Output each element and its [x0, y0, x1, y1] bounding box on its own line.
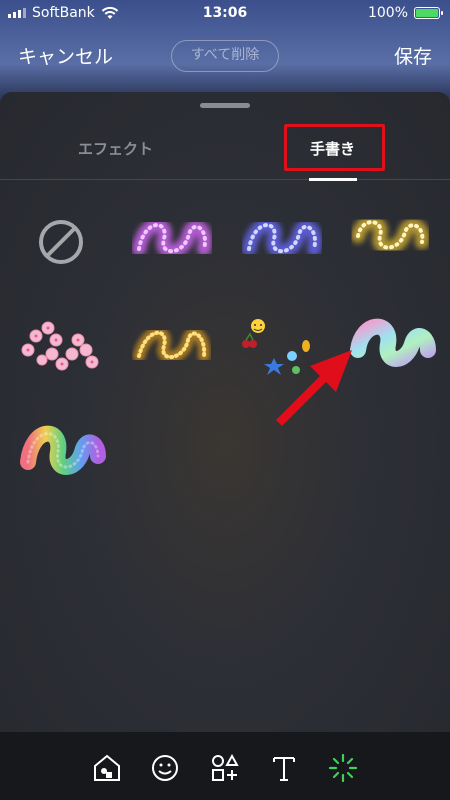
- highlight-box-annotation: [284, 124, 385, 171]
- battery-percent: 100%: [367, 5, 408, 21]
- brush-rainbow-glitter[interactable]: [14, 402, 109, 497]
- clear-all-button[interactable]: すべて削除: [171, 40, 279, 72]
- brush-gold-glitter[interactable]: [124, 298, 219, 393]
- brush-none[interactable]: [14, 194, 109, 289]
- shapes-tool[interactable]: [209, 752, 241, 784]
- gold-sparkle-stroke: [351, 215, 430, 255]
- status-bar: SoftBank 13:06 100%: [0, 0, 450, 28]
- cancel-button[interactable]: キャンセル: [18, 42, 113, 69]
- gold-glitter-stroke: [133, 326, 211, 363]
- battery-icon: [414, 7, 443, 19]
- sparkle-brush-icon: [328, 753, 358, 783]
- brush-pink-sparkle[interactable]: [124, 194, 219, 289]
- battery-status: 100%: [367, 5, 443, 21]
- blue-sparkle-stroke: [242, 218, 322, 259]
- sticker-tool[interactable]: [149, 752, 181, 784]
- brush-blue-sparkle[interactable]: [234, 194, 329, 289]
- text-icon: [273, 757, 295, 781]
- pointer-arrow-annotation: [276, 350, 352, 426]
- tab-selected-underline: [309, 178, 357, 181]
- brush-grid: [0, 192, 450, 512]
- pink-sparkle-stroke: [132, 218, 212, 259]
- brush-tool[interactable]: [327, 752, 359, 784]
- save-button[interactable]: 保存: [394, 42, 432, 69]
- tab-effect[interactable]: エフェクト: [78, 138, 153, 159]
- sheet-handle[interactable]: [200, 103, 250, 108]
- home-shape-icon: [94, 754, 120, 781]
- top-nav: キャンセル すべて削除 保存: [0, 28, 450, 88]
- smiley-icon: [152, 755, 178, 781]
- prohibited-icon: [39, 220, 83, 264]
- brush-gold-sparkle[interactable]: [340, 194, 435, 289]
- brush-sakura-flowers[interactable]: [14, 298, 109, 393]
- sakura-flowers-stroke: [21, 321, 99, 371]
- brush-sheet: エフェクト 手書き: [0, 92, 450, 732]
- home-shape-tool[interactable]: [91, 752, 123, 784]
- shapes-icon: [212, 753, 239, 781]
- rainbow-glitter-stroke: [20, 425, 106, 475]
- bottom-toolbar: [0, 732, 450, 800]
- text-tool[interactable]: [268, 752, 300, 784]
